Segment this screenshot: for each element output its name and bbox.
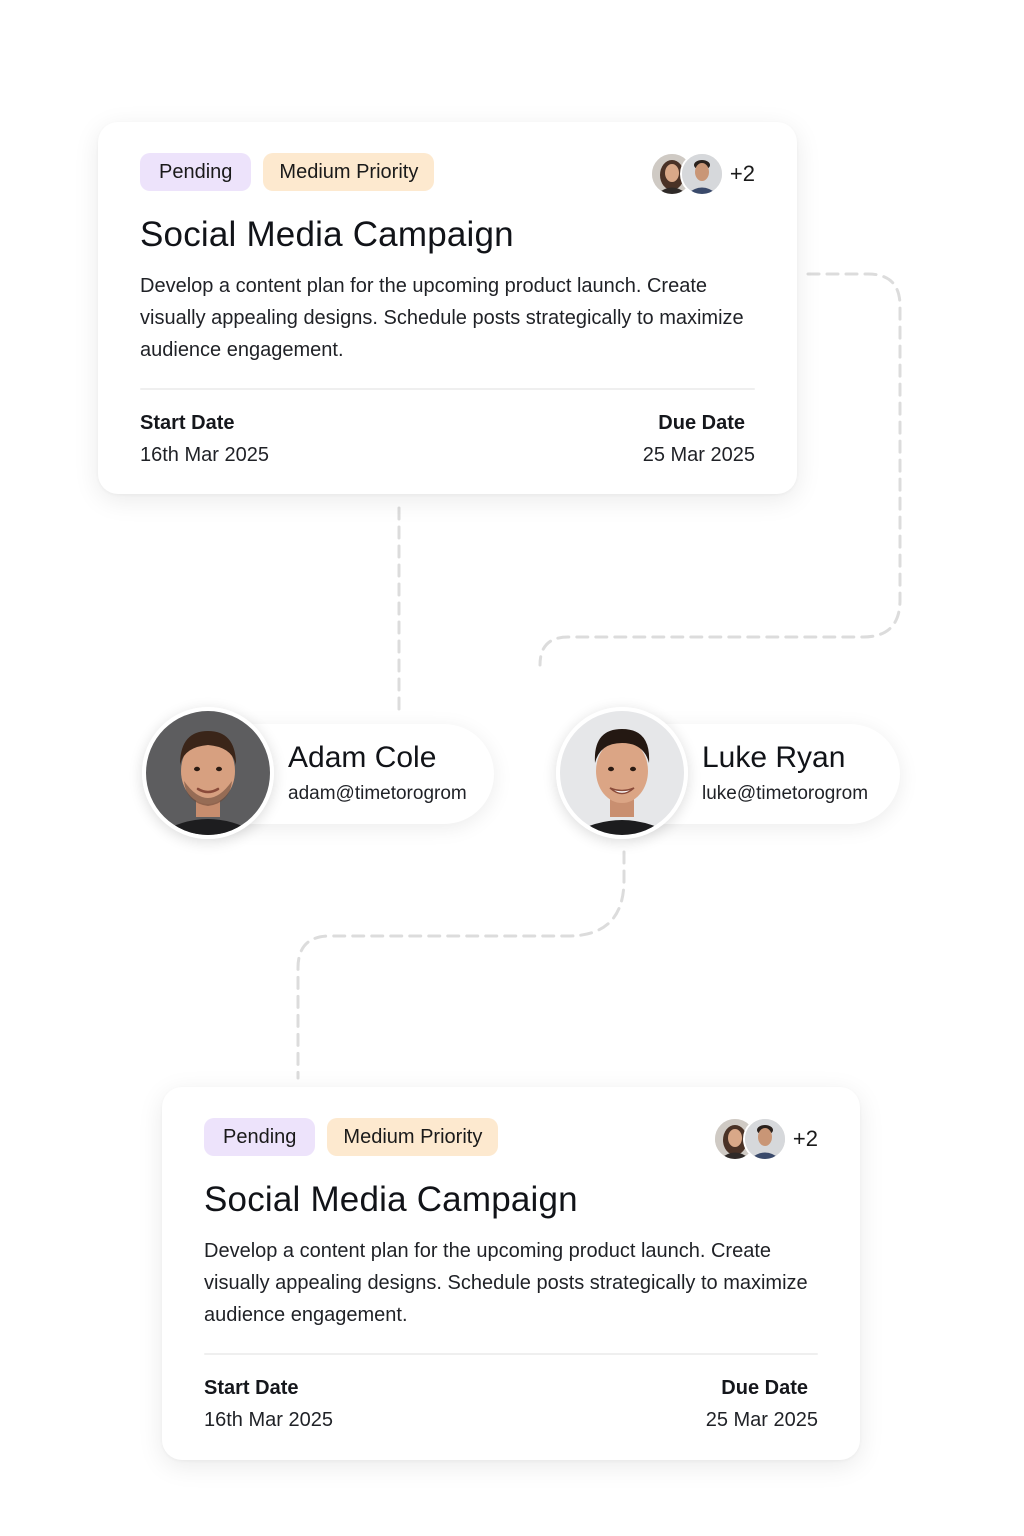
person-name: Luke Ryan — [702, 741, 846, 774]
due-date-value: 25 Mar 2025 — [705, 1409, 818, 1431]
extra-assignees-count[interactable]: +2 — [730, 161, 755, 187]
assignee-stack[interactable]: +2 — [712, 1117, 818, 1161]
extra-assignees-count[interactable]: +2 — [793, 1126, 818, 1152]
person-card-adam[interactable]: Adam Cole adam@timetorogrom — [142, 707, 494, 839]
avatar — [556, 707, 688, 839]
person-card-luke[interactable]: Luke Ryan luke@timetorogrom — [556, 707, 900, 839]
task-title: Social Media Campaign — [140, 215, 514, 254]
due-date-label: Due Date — [658, 412, 745, 434]
date-row: Start Date 16th Mar 2025 Due Date 25 Mar… — [204, 1375, 818, 1433]
start-date-label: Start Date — [140, 412, 235, 434]
card-header: Pending Medium Priority +2 — [204, 1117, 818, 1161]
assignee-stack[interactable]: +2 — [649, 152, 755, 196]
person-email[interactable]: adam@timetorogrom — [288, 782, 467, 806]
start-date-label: Start Date — [204, 1377, 299, 1399]
task-title: Social Media Campaign — [204, 1180, 578, 1219]
task-description: Develop a content plan for the upcoming … — [204, 1240, 808, 1326]
due-date-label: Due Date — [721, 1377, 808, 1399]
priority-badge: Medium Priority — [263, 153, 435, 191]
status-badge: Pending — [140, 153, 252, 191]
due-date-value: 25 Mar 2025 — [642, 444, 755, 466]
due-date: Due Date 25 Mar 2025 — [643, 410, 755, 468]
divider — [204, 1353, 818, 1355]
task-card[interactable]: Pending Medium Priority +2 Social Media … — [162, 1087, 860, 1460]
avatar — [142, 707, 274, 839]
start-date: Start Date 16th Mar 2025 — [140, 410, 269, 468]
status-badge: Pending — [204, 1118, 316, 1156]
connector-luke-task2 — [296, 850, 626, 1080]
start-date-value: 16th Mar 2025 — [204, 1409, 333, 1431]
card-header: Pending Medium Priority +2 — [140, 152, 755, 196]
start-date-value: 16th Mar 2025 — [140, 444, 269, 466]
assignee-avatar-man[interactable] — [742, 1117, 787, 1161]
assignee-avatar-man[interactable] — [679, 152, 724, 196]
person-name: Adam Cole — [288, 741, 437, 774]
due-date: Due Date 25 Mar 2025 — [706, 1375, 818, 1433]
person-email[interactable]: luke@timetorogrom — [702, 782, 868, 806]
start-date: Start Date 16th Mar 2025 — [204, 1375, 333, 1433]
divider — [140, 388, 755, 390]
task-description: Develop a content plan for the upcoming … — [140, 275, 744, 361]
date-row: Start Date 16th Mar 2025 Due Date 25 Mar… — [140, 410, 755, 468]
task-card[interactable]: Pending Medium Priority +2 Social Media … — [98, 122, 797, 494]
priority-badge: Medium Priority — [327, 1118, 499, 1156]
